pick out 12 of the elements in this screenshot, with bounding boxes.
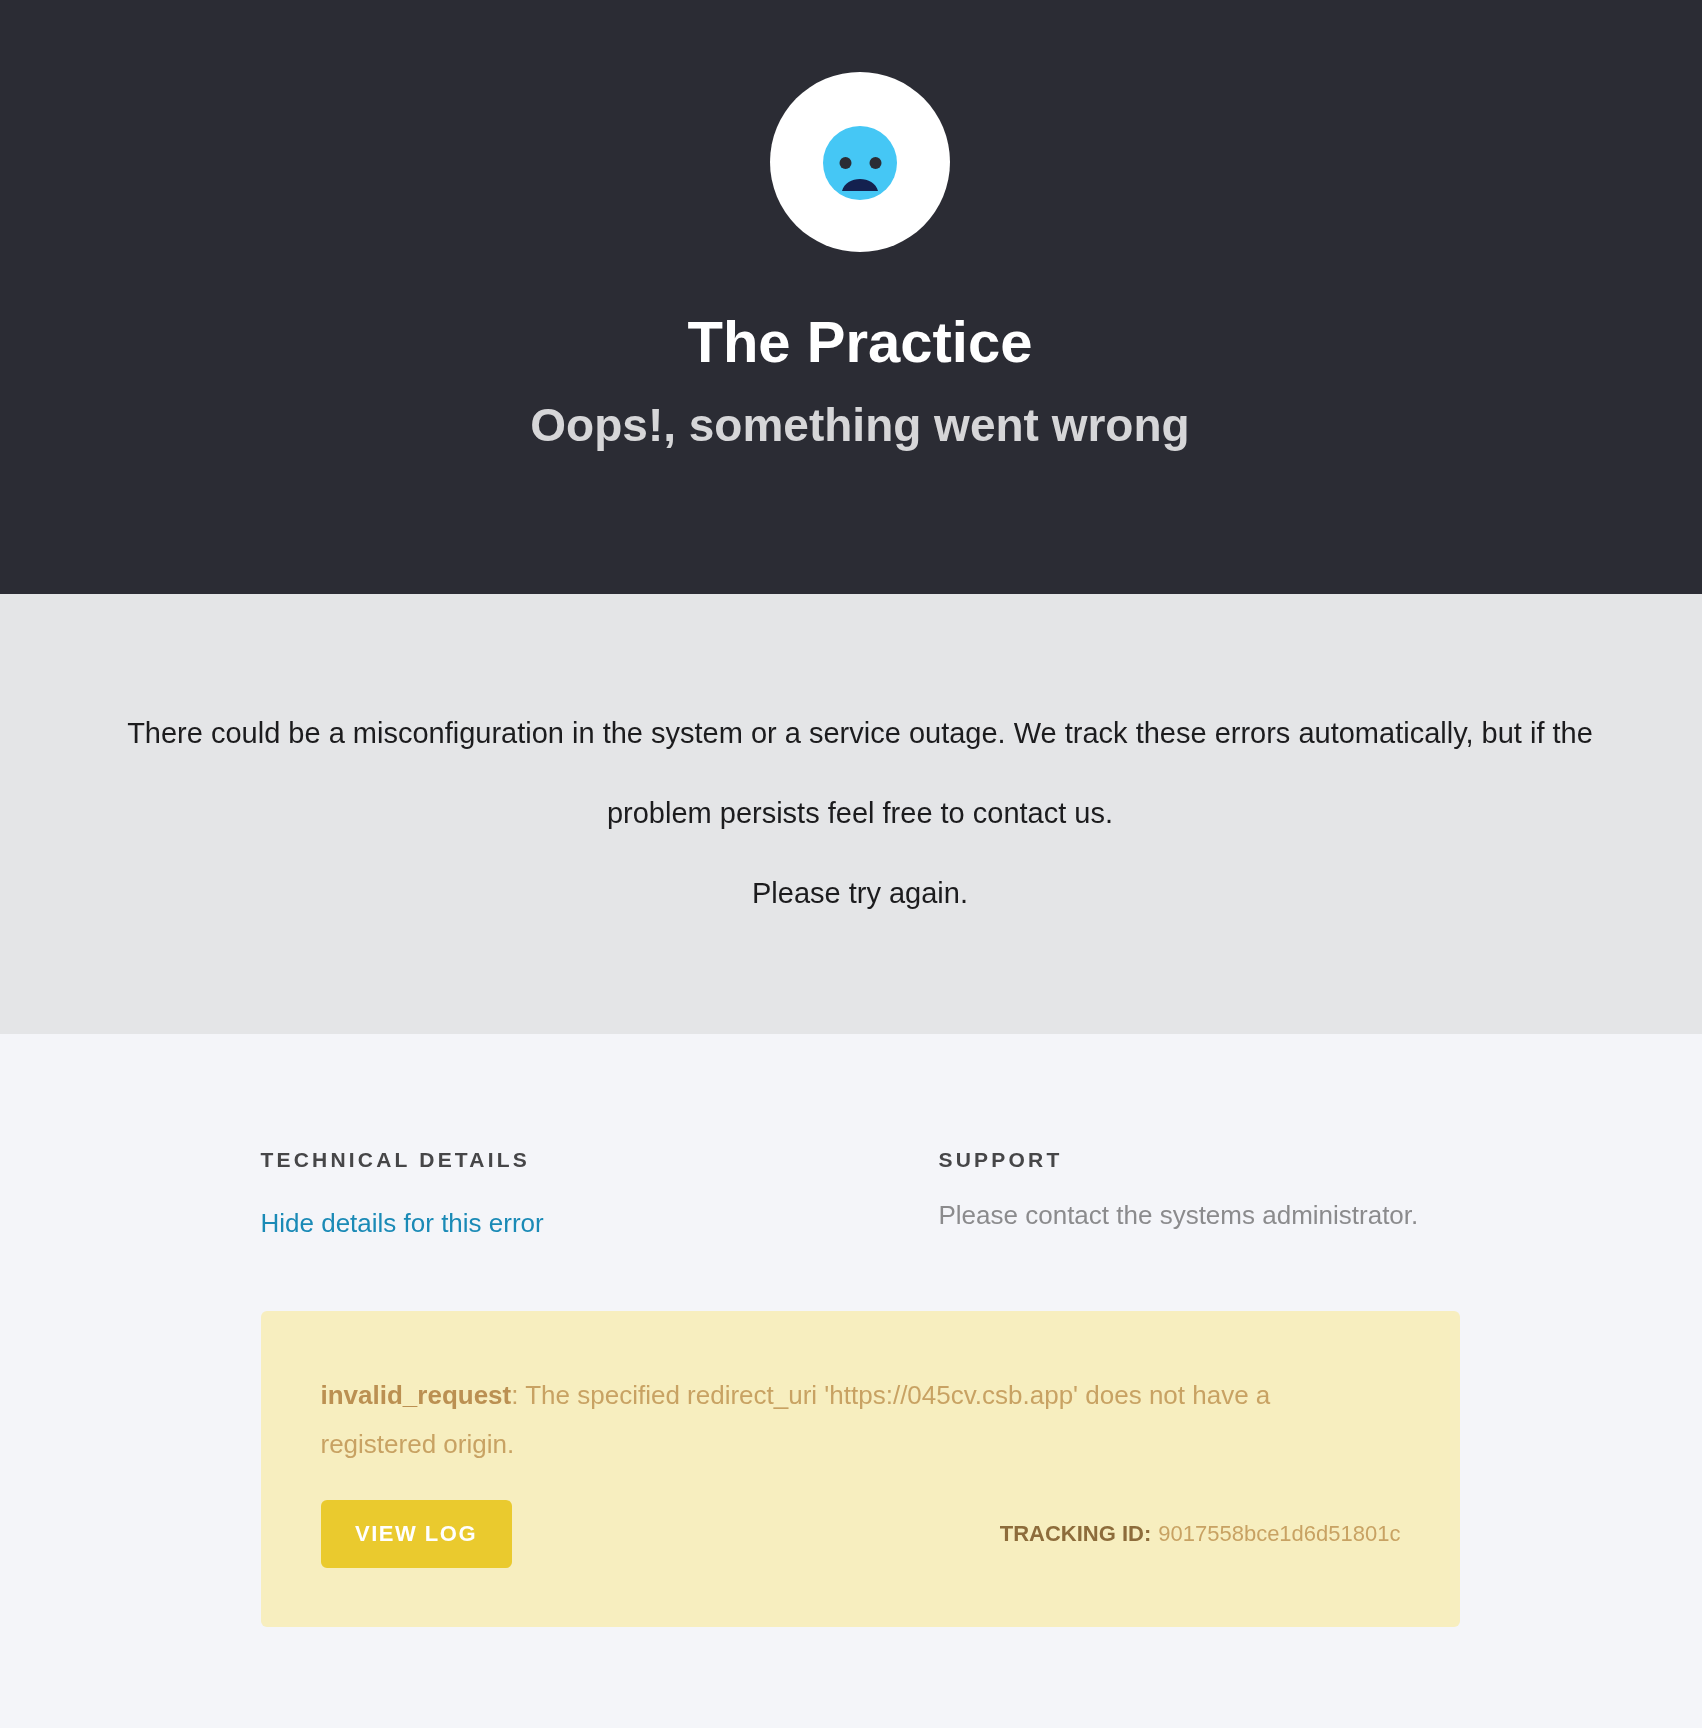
technical-details-heading: TECHNICAL DETAILS [260, 1147, 531, 1172]
app-title: The Practice [687, 308, 1033, 376]
hide-details-link[interactable]: Hide details for this error [260, 1207, 544, 1239]
tracking-id-label: TRACKING ID: [999, 1521, 1152, 1547]
message-text: There could be a misconfiguration in the system or a service outage. We track these errors automatically, but if the problem persists feel free to contact us. [126, 716, 1594, 831]
tracking-id-value: 9017558bce1d6d51801c [1158, 1521, 1401, 1547]
error-heading: Oops!, something went wrong [530, 398, 1190, 453]
message-text: Please try again. [751, 876, 969, 911]
support-heading: SUPPORT [938, 1147, 1064, 1172]
error-message: invalid_request: The specified redirect_uri 'https://045cv.csb.app' does not have a registered origin. [320, 1379, 1272, 1461]
sad-face-icon [770, 72, 950, 252]
support-text: Please contact the systems administrator. [938, 1199, 1420, 1231]
